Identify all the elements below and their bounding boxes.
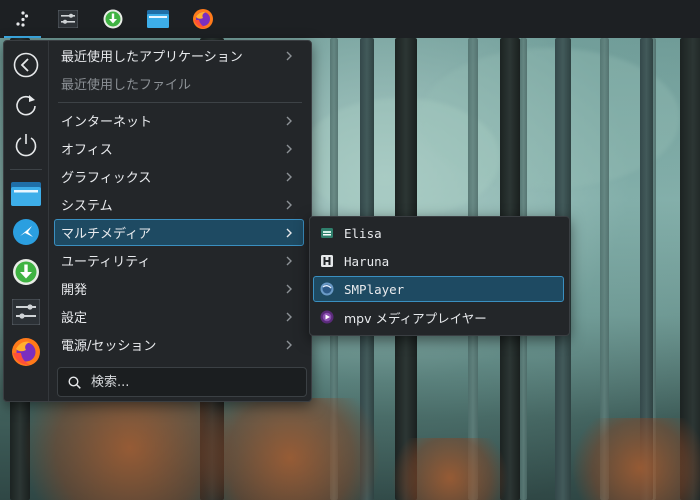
search-input[interactable] <box>89 373 293 391</box>
category-label: 電源/セッション <box>61 339 157 354</box>
category-label: インターネット <box>61 115 153 130</box>
app-icon <box>13 219 39 245</box>
restart-icon <box>16 95 36 116</box>
category-label: 設定 <box>61 311 88 326</box>
chevron-right-icon <box>286 340 292 350</box>
app-elisa[interactable]: Elisa <box>313 220 564 246</box>
application-launcher-icon <box>15 11 28 27</box>
application-launcher-button[interactable] <box>0 0 45 38</box>
firefox-button[interactable] <box>180 0 225 38</box>
launcher-sidebar <box>4 41 49 401</box>
top-panel <box>0 0 700 38</box>
category-internet[interactable]: インターネット <box>54 107 304 134</box>
search-icon <box>68 375 81 389</box>
discover-button[interactable] <box>90 0 135 38</box>
category-office[interactable]: オフィス <box>54 135 304 162</box>
chevron-right-icon <box>286 312 292 322</box>
mpv-icon <box>320 310 334 324</box>
search-field[interactable] <box>57 367 307 397</box>
category-separator <box>58 102 302 103</box>
chevron-right-icon <box>286 200 292 210</box>
category-graphics[interactable]: グラフィックス <box>54 163 304 190</box>
restart-button[interactable] <box>10 89 42 121</box>
category-label: グラフィックス <box>61 171 152 186</box>
chevron-right-icon <box>286 228 292 238</box>
sidebar-favorite-kdeconnect[interactable] <box>10 216 42 248</box>
category-system[interactable]: システム <box>54 191 304 218</box>
chevron-right-icon <box>286 256 292 266</box>
firefox-icon <box>192 9 213 29</box>
category-label: 開発 <box>61 283 88 298</box>
file-manager-button[interactable] <box>135 0 180 38</box>
discover-icon <box>13 259 39 285</box>
file-manager-icon <box>11 182 41 206</box>
sidebar-separator <box>10 169 42 170</box>
category-label: システム <box>61 199 113 214</box>
haruna-icon <box>320 254 334 268</box>
category-power-session[interactable]: 電源/セッション <box>54 331 304 358</box>
category-label: ユーティリティ <box>61 255 151 270</box>
application-launcher-menu: 最近使用したアプリケーション 最近使用したファイル インターネット オフィス グ… <box>3 40 312 402</box>
sidebar-favorite-settings[interactable] <box>10 296 42 328</box>
app-label: Elisa <box>344 225 382 241</box>
elisa-icon <box>320 226 334 240</box>
shutdown-button[interactable] <box>10 129 42 161</box>
category-settings[interactable]: 設定 <box>54 303 304 330</box>
system-settings-icon <box>57 10 78 28</box>
category-utilities[interactable]: ユーティリティ <box>54 247 304 274</box>
app-label: mpv メディアプレイヤー <box>344 310 487 326</box>
app-label: Haruna <box>344 253 390 269</box>
firefox-icon <box>12 338 40 366</box>
chevron-right-icon <box>286 51 292 61</box>
category-development[interactable]: 開発 <box>54 275 304 302</box>
sidebar-favorite-dolphin[interactable] <box>10 178 42 210</box>
multimedia-submenu: Elisa Haruna SMPlayer mpv メディアプレイヤー <box>309 216 570 336</box>
file-manager-icon <box>146 10 169 28</box>
app-smplayer[interactable]: SMPlayer <box>313 276 564 302</box>
app-label: SMPlayer <box>344 281 405 297</box>
sidebar-favorite-firefox[interactable] <box>10 336 42 368</box>
category-label: オフィス <box>61 143 113 158</box>
app-haruna[interactable]: Haruna <box>313 248 564 274</box>
category-label: 最近使用したアプリケーション <box>61 50 243 65</box>
chevron-right-icon <box>286 116 292 126</box>
power-icon <box>15 134 37 157</box>
category-label: 最近使用したファイル <box>61 78 192 93</box>
category-multimedia[interactable]: マルチメディア <box>54 219 304 246</box>
chevron-right-icon <box>286 172 292 182</box>
category-label: マルチメディア <box>61 227 152 242</box>
category-recent-files[interactable]: 最近使用したファイル <box>54 70 304 97</box>
smplayer-icon <box>320 282 334 296</box>
chevron-right-icon <box>286 284 292 294</box>
category-recent-apps[interactable]: 最近使用したアプリケーション <box>54 42 304 69</box>
back-button[interactable] <box>10 49 42 81</box>
discover-icon <box>103 9 122 29</box>
chevron-right-icon <box>286 144 292 154</box>
system-settings-button[interactable] <box>45 0 90 38</box>
app-mpv[interactable]: mpv メディアプレイヤー <box>313 304 564 330</box>
sidebar-favorite-discover[interactable] <box>10 256 42 288</box>
system-settings-icon <box>12 299 40 325</box>
back-arrow-icon <box>13 52 39 78</box>
